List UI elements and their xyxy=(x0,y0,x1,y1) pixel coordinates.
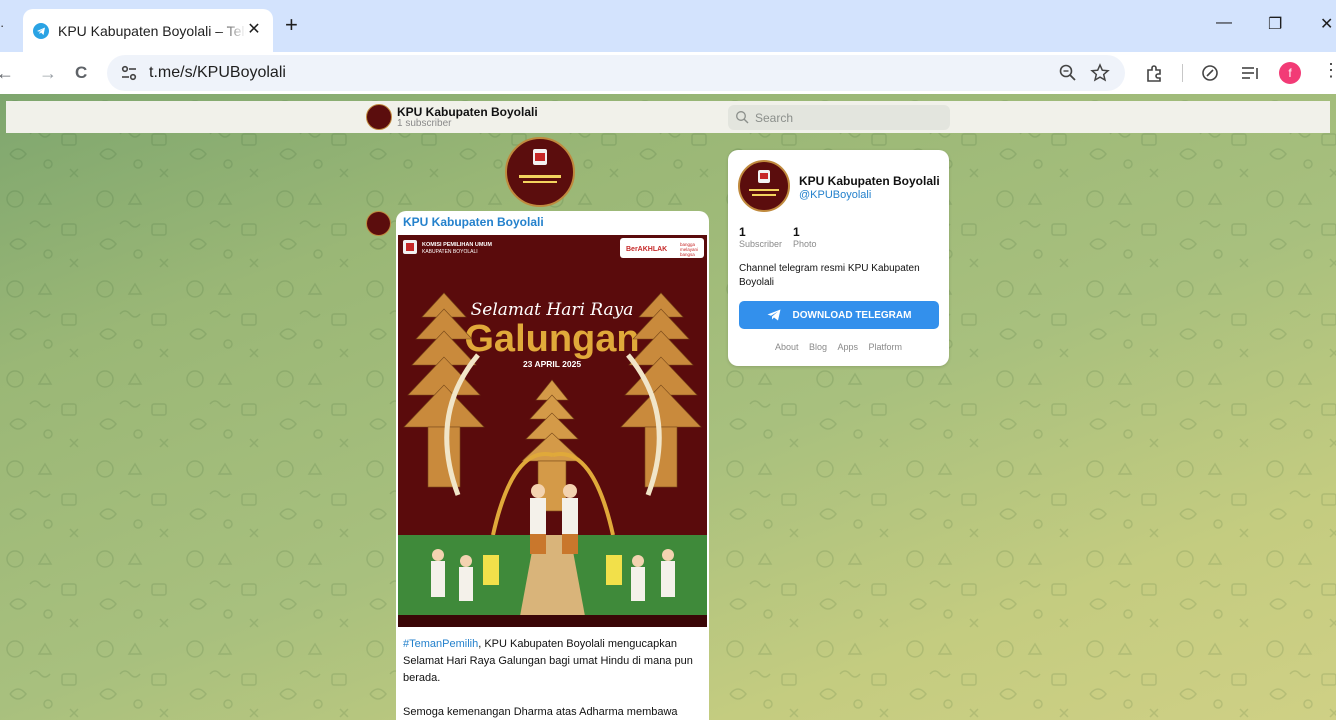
copilot-icon[interactable] xyxy=(1199,62,1221,84)
hashtag-link[interactable]: #TemanPemilih xyxy=(403,638,478,650)
url-text[interactable]: t.me/s/KPUBoyolali xyxy=(149,64,286,82)
reading-list-icon[interactable] xyxy=(1239,62,1261,84)
tab-title: KPU Kabupaten Boyolali – Telegram xyxy=(58,22,246,39)
back-button[interactable]: ← xyxy=(0,62,14,84)
search-icon xyxy=(736,111,749,124)
search-input[interactable]: Search xyxy=(728,105,950,130)
poster-script-title: Selamat Hari Raya xyxy=(471,300,634,320)
poster-org-line1: KOMISI PEMILIHAN UMUM xyxy=(422,242,492,248)
more-menu-icon[interactable]: ⋮ xyxy=(1322,60,1336,81)
subscriber-stat-value: 1 xyxy=(739,225,746,239)
address-bar[interactable]: t.me/s/KPUBoyolali xyxy=(107,55,1125,91)
poster-org-line2: KABUPATEN BOYOLALI xyxy=(422,249,478,255)
zoom-icon[interactable] xyxy=(1057,62,1079,84)
message-author[interactable]: KPU Kabupaten Boyolali xyxy=(403,215,544,229)
subscriber-stat-label: Subscriber xyxy=(739,239,783,249)
close-window-button[interactable]: ✕ xyxy=(1320,14,1333,34)
download-telegram-label: DOWNLOAD TELEGRAM xyxy=(792,309,912,321)
channel-card-avatar[interactable] xyxy=(738,160,790,212)
caption-paragraph-2: Semoga kemenangan Dharma atas Adharma me… xyxy=(403,706,678,718)
channel-card-name: KPU Kabupaten Boyolali xyxy=(799,174,940,188)
new-tab-button[interactable]: + xyxy=(285,14,298,36)
tab-close-icon[interactable]: ✕ xyxy=(245,21,263,39)
blog-link[interactable]: Blog xyxy=(809,342,827,352)
bookmark-star-icon[interactable] xyxy=(1089,62,1111,84)
minimize-button[interactable]: — xyxy=(1216,14,1232,32)
message-author-avatar[interactable] xyxy=(366,211,391,236)
restore-button[interactable]: ❐ xyxy=(1268,14,1282,34)
telegram-page: KPU Kabupaten Boyolali 1 subscriber Sear… xyxy=(0,94,1336,720)
about-link[interactable]: About xyxy=(775,342,799,352)
message-bubble: KPU Kabupaten Boyolali KOMISI PEMILIHAN … xyxy=(396,211,709,720)
telegram-favicon-icon xyxy=(33,22,49,39)
download-telegram-button[interactable]: DOWNLOAD TELEGRAM xyxy=(739,301,939,329)
channel-avatar-small[interactable] xyxy=(366,104,392,130)
forward-button[interactable]: → xyxy=(39,62,57,84)
kpu-logo-small xyxy=(749,170,779,196)
active-tab[interactable]: KPU Kabupaten Boyolali – Telegram ✕ xyxy=(23,9,273,52)
browser-toolbar: ← → C t.me/s/KPUBoyolali f ⋮ xyxy=(0,52,1336,94)
message-caption: #TemanPemilih, KPU Kabupaten Boyolali me… xyxy=(403,636,703,720)
channel-avatar-large[interactable] xyxy=(505,137,575,207)
poster-date: 23 APRIL 2025 xyxy=(523,359,581,369)
apps-link[interactable]: Apps xyxy=(838,342,859,352)
reload-button[interactable]: C xyxy=(75,62,87,84)
poster-footer-bar xyxy=(398,615,707,627)
search-placeholder: Search xyxy=(755,111,794,125)
channel-header: KPU Kabupaten Boyolali 1 subscriber Sear… xyxy=(6,101,1330,133)
subscriber-count: 1 subscriber xyxy=(397,118,452,129)
kpu-logo xyxy=(519,149,561,183)
photo-stat-label: Photo xyxy=(793,239,817,249)
channel-title[interactable]: KPU Kabupaten Boyolali xyxy=(397,105,538,119)
tab-strip: · KPU Kabupaten Boyolali – Telegram ✕ + … xyxy=(0,0,1336,52)
channel-description: Channel telegram resmi KPU Kabupaten Boy… xyxy=(739,263,920,288)
poster-main-title: Galungan xyxy=(464,318,639,360)
poster-badge-sub3: bangsa xyxy=(680,252,695,257)
toolbar-separator xyxy=(1182,64,1183,82)
galungan-poster: KOMISI PEMILIHAN UMUM KABUPATEN BOYOLALI… xyxy=(398,235,707,627)
profile-avatar[interactable]: f xyxy=(1279,62,1301,84)
extensions-icon[interactable] xyxy=(1144,62,1166,84)
message-photo[interactable]: KOMISI PEMILIHAN UMUM KABUPATEN BOYOLALI… xyxy=(398,235,707,627)
photo-stat-value: 1 xyxy=(793,225,800,239)
telegram-plane-icon xyxy=(767,309,781,321)
footer-links: About Blog Apps Platform xyxy=(728,342,949,352)
channel-info-card: KPU Kabupaten Boyolali @KPUBoyolali 1 Su… xyxy=(728,150,949,366)
poster-badge: BerAKHLAK xyxy=(626,246,667,253)
channel-username[interactable]: @KPUBoyolali xyxy=(799,189,871,201)
platform-link[interactable]: Platform xyxy=(869,342,903,352)
site-info-icon[interactable] xyxy=(119,63,139,83)
previous-tab-edge[interactable]: · xyxy=(0,18,4,33)
